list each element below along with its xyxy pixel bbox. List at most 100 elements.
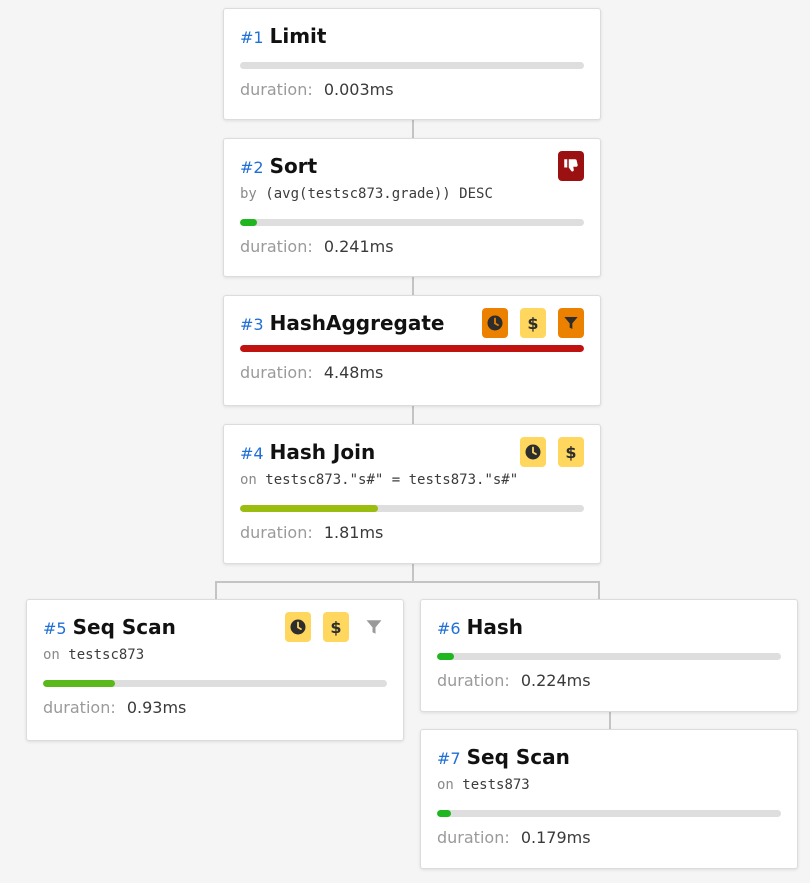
clock-icon[interactable]: [285, 612, 311, 642]
plan-node-hashaggregate[interactable]: #3 HashAggregate $ duration: 4.48ms: [223, 295, 601, 406]
node-badges: $: [508, 437, 584, 467]
node-detail: on testsc873: [43, 647, 387, 667]
node-duration: duration: 0.93ms: [43, 698, 387, 717]
duration-label: duration:: [437, 828, 510, 847]
node-duration: duration: 0.179ms: [437, 828, 781, 847]
duration-bar-fill: [437, 653, 455, 660]
node-type: Limit: [269, 24, 327, 48]
detail-keyword: on: [240, 472, 257, 488]
node-detail: on tests873: [437, 777, 781, 797]
node-header: #6 Hash: [437, 613, 781, 641]
node-title: #7 Seq Scan: [437, 745, 570, 769]
node-title: #5 Seq Scan: [43, 615, 176, 639]
node-id: #2: [240, 158, 264, 177]
node-type: Sort: [269, 154, 318, 178]
node-badges: [546, 151, 584, 181]
clock-icon[interactable]: [482, 308, 508, 338]
duration-value: 0.003ms: [323, 80, 394, 99]
node-title: #2 Sort: [240, 154, 317, 178]
plan-node-hash[interactable]: #6 Hash duration: 0.224ms: [420, 599, 798, 712]
node-type: Seq Scan: [72, 615, 176, 639]
node-title: #4 Hash Join: [240, 440, 375, 464]
node-duration: duration: 0.224ms: [437, 671, 781, 690]
plan-node-limit[interactable]: #1 Limit duration: 0.003ms: [223, 8, 601, 120]
duration-label: duration:: [437, 671, 510, 690]
duration-bar: [43, 680, 387, 687]
detail-text: (avg(testsc873.grade)) DESC: [265, 186, 493, 202]
node-header: #4 Hash Join $: [240, 437, 584, 467]
duration-label: duration:: [240, 523, 313, 542]
duration-bar: [437, 810, 781, 817]
thumbs-down-icon[interactable]: [558, 151, 584, 181]
dollar-icon[interactable]: $: [558, 437, 584, 467]
node-duration: duration: 0.241ms: [240, 237, 584, 256]
detail-keyword: on: [437, 777, 454, 793]
duration-label: duration:: [240, 80, 313, 99]
duration-value: 1.81ms: [323, 523, 384, 542]
connector-4-6: [598, 581, 600, 600]
node-id: #3: [240, 315, 264, 334]
node-type: Hash Join: [269, 440, 376, 464]
connector-2-3: [412, 276, 414, 296]
node-header: #7 Seq Scan: [437, 743, 781, 771]
node-id: #1: [240, 28, 264, 47]
clock-icon[interactable]: [520, 437, 546, 467]
dollar-icon[interactable]: $: [520, 308, 546, 338]
duration-label: duration:: [240, 237, 313, 256]
detail-text: testsc873: [68, 647, 145, 663]
duration-bar: [240, 505, 584, 512]
detail-keyword: on: [43, 647, 60, 663]
node-header: #2 Sort: [240, 151, 584, 181]
plan-node-seq-scan-testsc873[interactable]: #5 Seq Scan $ on testsc873 duration: 0.9…: [26, 599, 404, 741]
node-header: #5 Seq Scan $: [43, 612, 387, 642]
duration-bar-fill: [240, 219, 258, 226]
filter-icon[interactable]: [361, 612, 387, 642]
node-type: Hash: [466, 615, 523, 639]
connector-4-branch: [215, 581, 600, 583]
duration-bar-fill: [240, 505, 378, 512]
duration-bar: [240, 219, 584, 226]
plan-node-sort[interactable]: #2 Sort by (avg(testsc873.grade)) DESC d…: [223, 138, 601, 277]
node-title: #1 Limit: [240, 24, 326, 48]
node-header: #1 Limit: [240, 22, 584, 50]
dollar-icon[interactable]: $: [323, 612, 349, 642]
duration-value: 0.241ms: [323, 237, 394, 256]
node-type: HashAggregate: [269, 311, 445, 335]
node-type: Seq Scan: [466, 745, 570, 769]
plan-node-hash-join[interactable]: #4 Hash Join $ on testsc873."s#" = tests…: [223, 424, 601, 564]
detail-keyword: by: [240, 186, 257, 202]
duration-label: duration:: [240, 363, 313, 382]
node-id: #7: [437, 749, 461, 768]
node-detail: by (avg(testsc873.grade)) DESC: [240, 186, 584, 206]
duration-value: 0.93ms: [126, 698, 187, 717]
node-duration: duration: 1.81ms: [240, 523, 584, 542]
node-id: #5: [43, 619, 67, 638]
duration-value: 0.224ms: [520, 671, 591, 690]
connector-1-2: [412, 119, 414, 139]
duration-bar-fill: [437, 810, 451, 817]
node-id: #6: [437, 619, 461, 638]
node-duration: duration: 0.003ms: [240, 80, 584, 99]
connector-4-5: [215, 581, 217, 600]
detail-text: testsc873."s#" = tests873."s#": [265, 472, 519, 488]
duration-bar: [240, 62, 584, 69]
duration-value: 4.48ms: [323, 363, 384, 382]
connector-6-7: [609, 711, 611, 730]
node-id: #4: [240, 444, 264, 463]
filter-icon[interactable]: [558, 308, 584, 338]
duration-label: duration:: [43, 698, 116, 717]
node-detail: on testsc873."s#" = tests873."s#": [240, 472, 584, 492]
node-header: #3 HashAggregate $: [240, 308, 584, 338]
node-badges: $: [273, 612, 387, 642]
duration-bar-fill: [240, 345, 584, 352]
detail-text: tests873: [462, 777, 530, 793]
node-title: #3 HashAggregate: [240, 311, 444, 335]
node-badges: $: [470, 308, 584, 338]
duration-bar: [437, 653, 781, 660]
connector-3-4: [412, 405, 414, 425]
duration-value: 0.179ms: [520, 828, 591, 847]
node-duration: duration: 4.48ms: [240, 363, 584, 382]
connector-4-down: [412, 563, 414, 583]
duration-bar-fill: [43, 680, 116, 687]
plan-node-seq-scan-tests873[interactable]: #7 Seq Scan on tests873 duration: 0.179m…: [420, 729, 798, 869]
